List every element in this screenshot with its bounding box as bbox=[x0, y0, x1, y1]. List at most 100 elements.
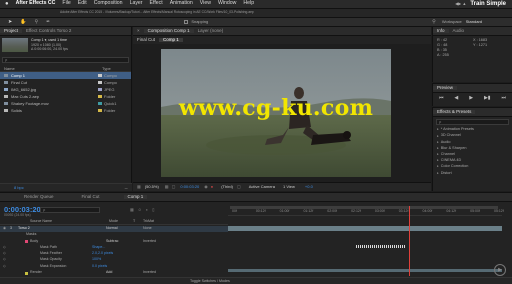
tab-info[interactable]: Info bbox=[433, 28, 449, 34]
draft-3d-icon[interactable]: ▦ bbox=[130, 208, 134, 212]
resolution-grid-icon[interactable]: ▦ bbox=[137, 185, 141, 189]
motion-blur-icon[interactable]: ◐ bbox=[146, 208, 148, 212]
offset-value[interactable]: +0.0 bbox=[305, 185, 313, 189]
mode-dropdown[interactable]: Subtrac bbox=[106, 239, 118, 244]
next-frame-icon[interactable]: ▶▮ bbox=[484, 96, 491, 101]
last-frame-icon[interactable]: ⏭ bbox=[501, 96, 506, 101]
property-value[interactable]: 100% bbox=[92, 258, 101, 262]
tab-effect-controls[interactable]: Effect Controls Torso 2 bbox=[22, 28, 75, 34]
tab-project[interactable]: Project bbox=[0, 28, 23, 34]
project-item[interactable]: IMG_6652.jpg JPEG bbox=[0, 86, 131, 93]
tab-preview[interactable]: Preview bbox=[433, 85, 458, 91]
project-item[interactable]: Comp 1 Compo bbox=[0, 72, 131, 80]
hand-tool-icon[interactable]: ✋ bbox=[20, 19, 26, 25]
expand-triangle-icon[interactable]: ▸ bbox=[437, 153, 439, 157]
property-value[interactable]: 0.0 pixels bbox=[92, 264, 107, 269]
menu-layer[interactable]: Layer bbox=[130, 1, 143, 6]
mask-color-swatch[interactable] bbox=[25, 240, 28, 244]
resolution-dropdown[interactable]: (Third) bbox=[221, 185, 233, 189]
project-item[interactable]: Final Cut Compo bbox=[0, 79, 131, 86]
menu-window[interactable]: Window bbox=[218, 1, 236, 6]
subtab-comp1[interactable]: Comp 1 bbox=[159, 37, 183, 43]
tab-render-queue[interactable]: Render Queue bbox=[20, 194, 58, 200]
viewer-timecode[interactable]: 0:00:03:20 bbox=[180, 185, 199, 189]
bpc-label[interactable]: 8 bpc bbox=[14, 185, 24, 190]
pen-tool-icon[interactable]: ✒ bbox=[46, 19, 50, 25]
label-color-swatch[interactable] bbox=[98, 81, 102, 85]
color-channel-icon[interactable]: ● bbox=[211, 185, 213, 189]
search-help-icon[interactable]: ⚲ bbox=[432, 19, 436, 25]
effects-search-input[interactable]: ρ bbox=[436, 119, 509, 125]
visibility-eye-icon[interactable]: ◇ bbox=[3, 252, 6, 256]
menu-effect[interactable]: Effect bbox=[150, 1, 163, 6]
trkmat-value[interactable]: Inverted bbox=[143, 239, 156, 244]
expand-triangle-icon[interactable]: ▸ bbox=[437, 159, 439, 163]
layer-bar-bottom[interactable] bbox=[228, 269, 502, 272]
visibility-eye-icon[interactable]: ◉ bbox=[3, 226, 6, 231]
timeline-search-input[interactable]: ρ bbox=[40, 207, 100, 213]
label-color-swatch[interactable] bbox=[98, 95, 102, 99]
first-frame-icon[interactable]: ⏮ bbox=[439, 96, 444, 101]
project-search-input[interactable]: ρ bbox=[2, 57, 129, 64]
tab-comp1[interactable]: Comp 1 bbox=[123, 194, 148, 200]
menu-animation[interactable]: Animation bbox=[170, 1, 193, 6]
roi-icon[interactable]: ▢ bbox=[237, 185, 241, 189]
property-value[interactable]: Shape... bbox=[92, 245, 105, 250]
composition-viewer[interactable]: www.cg-ku.com bbox=[161, 49, 391, 177]
mask-visibility-icon[interactable]: ▢ bbox=[172, 185, 176, 189]
snapping-checkbox[interactable] bbox=[184, 20, 189, 24]
expand-triangle-icon[interactable]: ▸ bbox=[437, 134, 439, 139]
menu-edit[interactable]: Edit bbox=[78, 1, 87, 6]
visibility-eye-icon[interactable]: ◇ bbox=[3, 264, 6, 269]
col-t[interactable]: T bbox=[133, 219, 135, 224]
label-color-swatch[interactable] bbox=[98, 74, 102, 78]
col-source-name[interactable]: Source Name bbox=[30, 219, 52, 224]
playhead[interactable] bbox=[408, 206, 410, 276]
menu-view[interactable]: View bbox=[200, 1, 211, 6]
project-item[interactable]: Shakey Footage.mov Quick1 bbox=[0, 100, 131, 107]
tab-effects-presets[interactable]: Effects & Presets bbox=[433, 109, 476, 115]
prev-frame-icon[interactable]: ◀ bbox=[454, 96, 458, 101]
tab-audio[interactable]: Audio bbox=[449, 28, 469, 34]
effects-category[interactable]: ▸ Distort bbox=[437, 170, 512, 176]
label-color-swatch[interactable] bbox=[98, 88, 102, 92]
expand-triangle-icon[interactable]: ▸ bbox=[437, 171, 439, 176]
menu-composition[interactable]: Composition bbox=[94, 1, 123, 6]
visibility-eye-icon[interactable]: ◇ bbox=[3, 258, 6, 262]
label-color-swatch[interactable] bbox=[98, 102, 102, 106]
project-item[interactable]: Max Cuts 2.aep Folder bbox=[0, 93, 131, 100]
graph-editor-icon[interactable]: ▯ bbox=[152, 208, 154, 212]
mask-color-swatch[interactable] bbox=[25, 271, 28, 275]
app-name-menu[interactable]: After Effects CC bbox=[16, 1, 56, 6]
expand-triangle-icon[interactable]: ▸ bbox=[437, 128, 439, 132]
track-area[interactable] bbox=[228, 206, 502, 276]
menu-file[interactable]: File bbox=[62, 1, 70, 6]
play-icon[interactable]: ▶ bbox=[469, 96, 473, 101]
subtab-final-cut[interactable]: Final Cut bbox=[133, 37, 159, 43]
time-ruler[interactable]: 00f 00:12f 01:00f 01:12f 02:00f 02:12f 03:00f 0… bbox=[228, 206, 504, 216]
tab-final-cut[interactable]: Final Cut bbox=[78, 194, 104, 200]
zoom-tool-icon[interactable]: ⚲ bbox=[34, 19, 38, 25]
trash-icon[interactable]: ⚊ bbox=[124, 185, 128, 190]
col-type-header[interactable]: Type bbox=[102, 66, 111, 71]
snapshot-icon[interactable]: ◉ bbox=[204, 185, 208, 189]
col-name-header[interactable]: Name bbox=[4, 66, 102, 71]
expand-triangle-icon[interactable]: ▸ bbox=[437, 140, 439, 145]
close-comp-icon[interactable]: × bbox=[133, 28, 144, 34]
col-trkmat[interactable]: TrkMat bbox=[143, 219, 154, 224]
tab-layer-none[interactable]: Layer (none) bbox=[194, 28, 228, 34]
selection-tool-icon[interactable]: ➤ bbox=[8, 19, 12, 25]
camera-dropdown[interactable]: Active Camera bbox=[249, 185, 275, 189]
expand-triangle-icon[interactable]: ▸ bbox=[437, 165, 439, 169]
tab-composition-comp1[interactable]: Composition Comp 1 bbox=[143, 28, 194, 34]
project-item[interactable]: Solids Folder bbox=[0, 107, 131, 114]
property-value[interactable]: 2.0,2.0 pixels bbox=[92, 252, 113, 256]
timeline-row-mask[interactable]: Render Add Inverted bbox=[0, 270, 228, 276]
col-mode[interactable]: Mode bbox=[109, 219, 118, 224]
mode-dropdown[interactable]: Normal bbox=[106, 226, 118, 231]
mode-dropdown[interactable]: Add bbox=[106, 270, 112, 275]
trkmat-value[interactable]: Inverted bbox=[143, 270, 156, 275]
views-dropdown[interactable]: 1 View bbox=[283, 185, 295, 189]
apple-icon[interactable]: ● bbox=[5, 1, 9, 7]
layer-duration-bar[interactable] bbox=[228, 226, 502, 231]
